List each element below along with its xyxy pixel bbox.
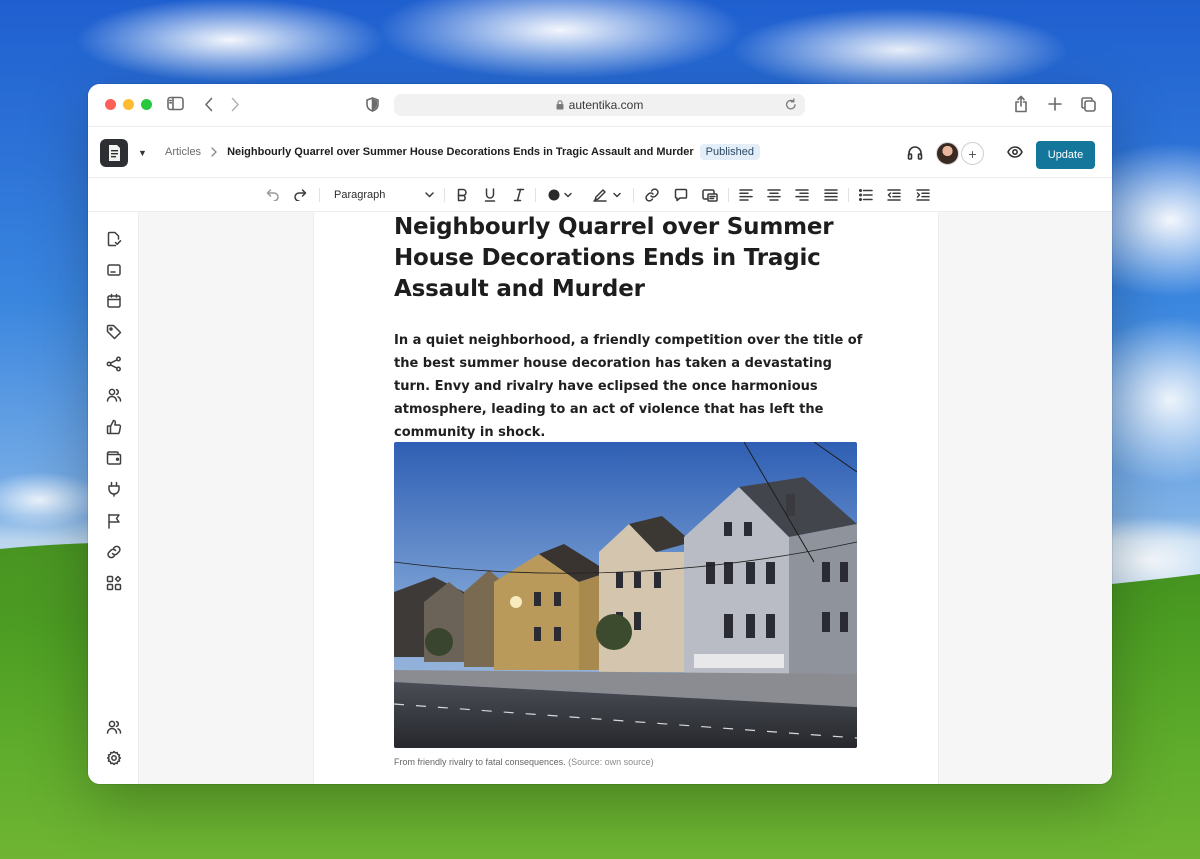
back-icon[interactable] bbox=[204, 97, 214, 112]
breadcrumb-articles-link[interactable]: Articles bbox=[165, 146, 201, 158]
caption-text: From friendly rivalry to fatal consequen… bbox=[394, 757, 566, 767]
chevron-down-icon bbox=[425, 192, 434, 198]
text-color-icon[interactable] bbox=[548, 186, 574, 204]
indent-icon[interactable] bbox=[916, 186, 930, 204]
breadcrumb: Articles Neighbourly Quarrel over Summer… bbox=[165, 144, 760, 160]
undo-icon[interactable] bbox=[264, 186, 280, 204]
new-tab-icon[interactable] bbox=[1048, 97, 1062, 111]
browser-window: autentika.com ▼ Articles Neighbourly Qua… bbox=[88, 84, 1112, 784]
underline-icon[interactable] bbox=[484, 186, 496, 204]
privacy-shield-icon[interactable] bbox=[366, 97, 379, 112]
editor-toolbar: Paragraph bbox=[88, 178, 1112, 212]
thumbs-up-icon[interactable] bbox=[105, 418, 123, 436]
reload-icon[interactable] bbox=[785, 98, 797, 111]
link-icon[interactable] bbox=[645, 186, 659, 204]
photo-caption[interactable]: From friendly rivalry to fatal consequen… bbox=[394, 757, 654, 767]
lock-icon bbox=[556, 100, 564, 110]
calendar-icon[interactable] bbox=[105, 292, 123, 310]
media-embed-icon[interactable] bbox=[702, 186, 718, 204]
minimize-window-button[interactable] bbox=[123, 99, 134, 110]
close-window-button[interactable] bbox=[105, 99, 116, 110]
editor-canvas: Neighbourly Quarrel over Summer House De… bbox=[139, 212, 1112, 784]
address-bar[interactable]: autentika.com bbox=[394, 94, 805, 116]
status-badge: Published bbox=[699, 144, 760, 160]
caption-source: (Source: own source) bbox=[568, 757, 654, 767]
article-photo[interactable] bbox=[394, 442, 857, 748]
breadcrumb-current-article: Neighbourly Quarrel over Summer House De… bbox=[227, 146, 694, 158]
tab-overview-icon[interactable] bbox=[1081, 97, 1096, 112]
comment-icon[interactable] bbox=[674, 186, 688, 204]
plug-icon[interactable] bbox=[105, 480, 123, 498]
block-style-value: Paragraph bbox=[334, 189, 386, 201]
align-right-icon[interactable] bbox=[795, 186, 809, 204]
wallet-icon[interactable] bbox=[105, 449, 123, 467]
document-check-icon[interactable] bbox=[105, 230, 123, 248]
article-lede[interactable]: In a quiet neighborhood, a friendly comp… bbox=[394, 329, 864, 444]
users-icon[interactable] bbox=[105, 386, 123, 404]
add-collaborator-button[interactable]: + bbox=[961, 142, 984, 165]
link-chain-icon[interactable] bbox=[105, 543, 123, 561]
app-header: ▼ Articles Neighbourly Quarrel over Summ… bbox=[88, 126, 1112, 178]
update-button[interactable]: Update bbox=[1036, 141, 1095, 169]
app-logo-icon[interactable] bbox=[100, 139, 128, 167]
browser-toolbar: autentika.com bbox=[88, 84, 1112, 126]
window-controls bbox=[105, 99, 152, 110]
align-justify-icon[interactable] bbox=[824, 186, 838, 204]
align-left-icon[interactable] bbox=[739, 186, 753, 204]
outdent-icon[interactable] bbox=[887, 186, 901, 204]
block-style-select[interactable]: Paragraph bbox=[334, 186, 434, 204]
chevron-right-icon bbox=[211, 147, 217, 157]
app-body: Neighbourly Quarrel over Summer House De… bbox=[88, 212, 1112, 784]
tag-icon[interactable] bbox=[105, 323, 123, 341]
forward-icon[interactable] bbox=[230, 97, 240, 112]
share-nodes-icon[interactable] bbox=[105, 355, 123, 373]
preview-eye-icon[interactable] bbox=[1007, 146, 1023, 158]
article-page: Neighbourly Quarrel over Summer House De… bbox=[314, 212, 938, 784]
bold-icon[interactable] bbox=[456, 186, 468, 204]
sidebar bbox=[88, 212, 139, 784]
workspace-dropdown-icon[interactable]: ▼ bbox=[138, 148, 147, 158]
url-text: autentika.com bbox=[568, 98, 644, 112]
article-title[interactable]: Neighbourly Quarrel over Summer House De… bbox=[394, 212, 864, 305]
highlight-icon[interactable] bbox=[593, 186, 623, 204]
share-icon[interactable] bbox=[1014, 95, 1028, 113]
redo-icon[interactable] bbox=[293, 186, 309, 204]
zoom-window-button[interactable] bbox=[141, 99, 152, 110]
sidebar-toggle-icon[interactable] bbox=[167, 96, 184, 111]
align-center-icon[interactable] bbox=[767, 186, 781, 204]
settings-icon[interactable] bbox=[105, 749, 123, 767]
collaborator-avatar[interactable] bbox=[936, 142, 959, 165]
headphones-icon[interactable] bbox=[907, 145, 923, 160]
widgets-icon[interactable] bbox=[105, 574, 123, 592]
flag-icon[interactable] bbox=[105, 512, 123, 530]
team-icon[interactable] bbox=[105, 718, 123, 736]
inbox-icon[interactable] bbox=[105, 261, 123, 279]
italic-icon[interactable] bbox=[513, 186, 525, 204]
bullet-list-icon[interactable] bbox=[859, 186, 873, 204]
